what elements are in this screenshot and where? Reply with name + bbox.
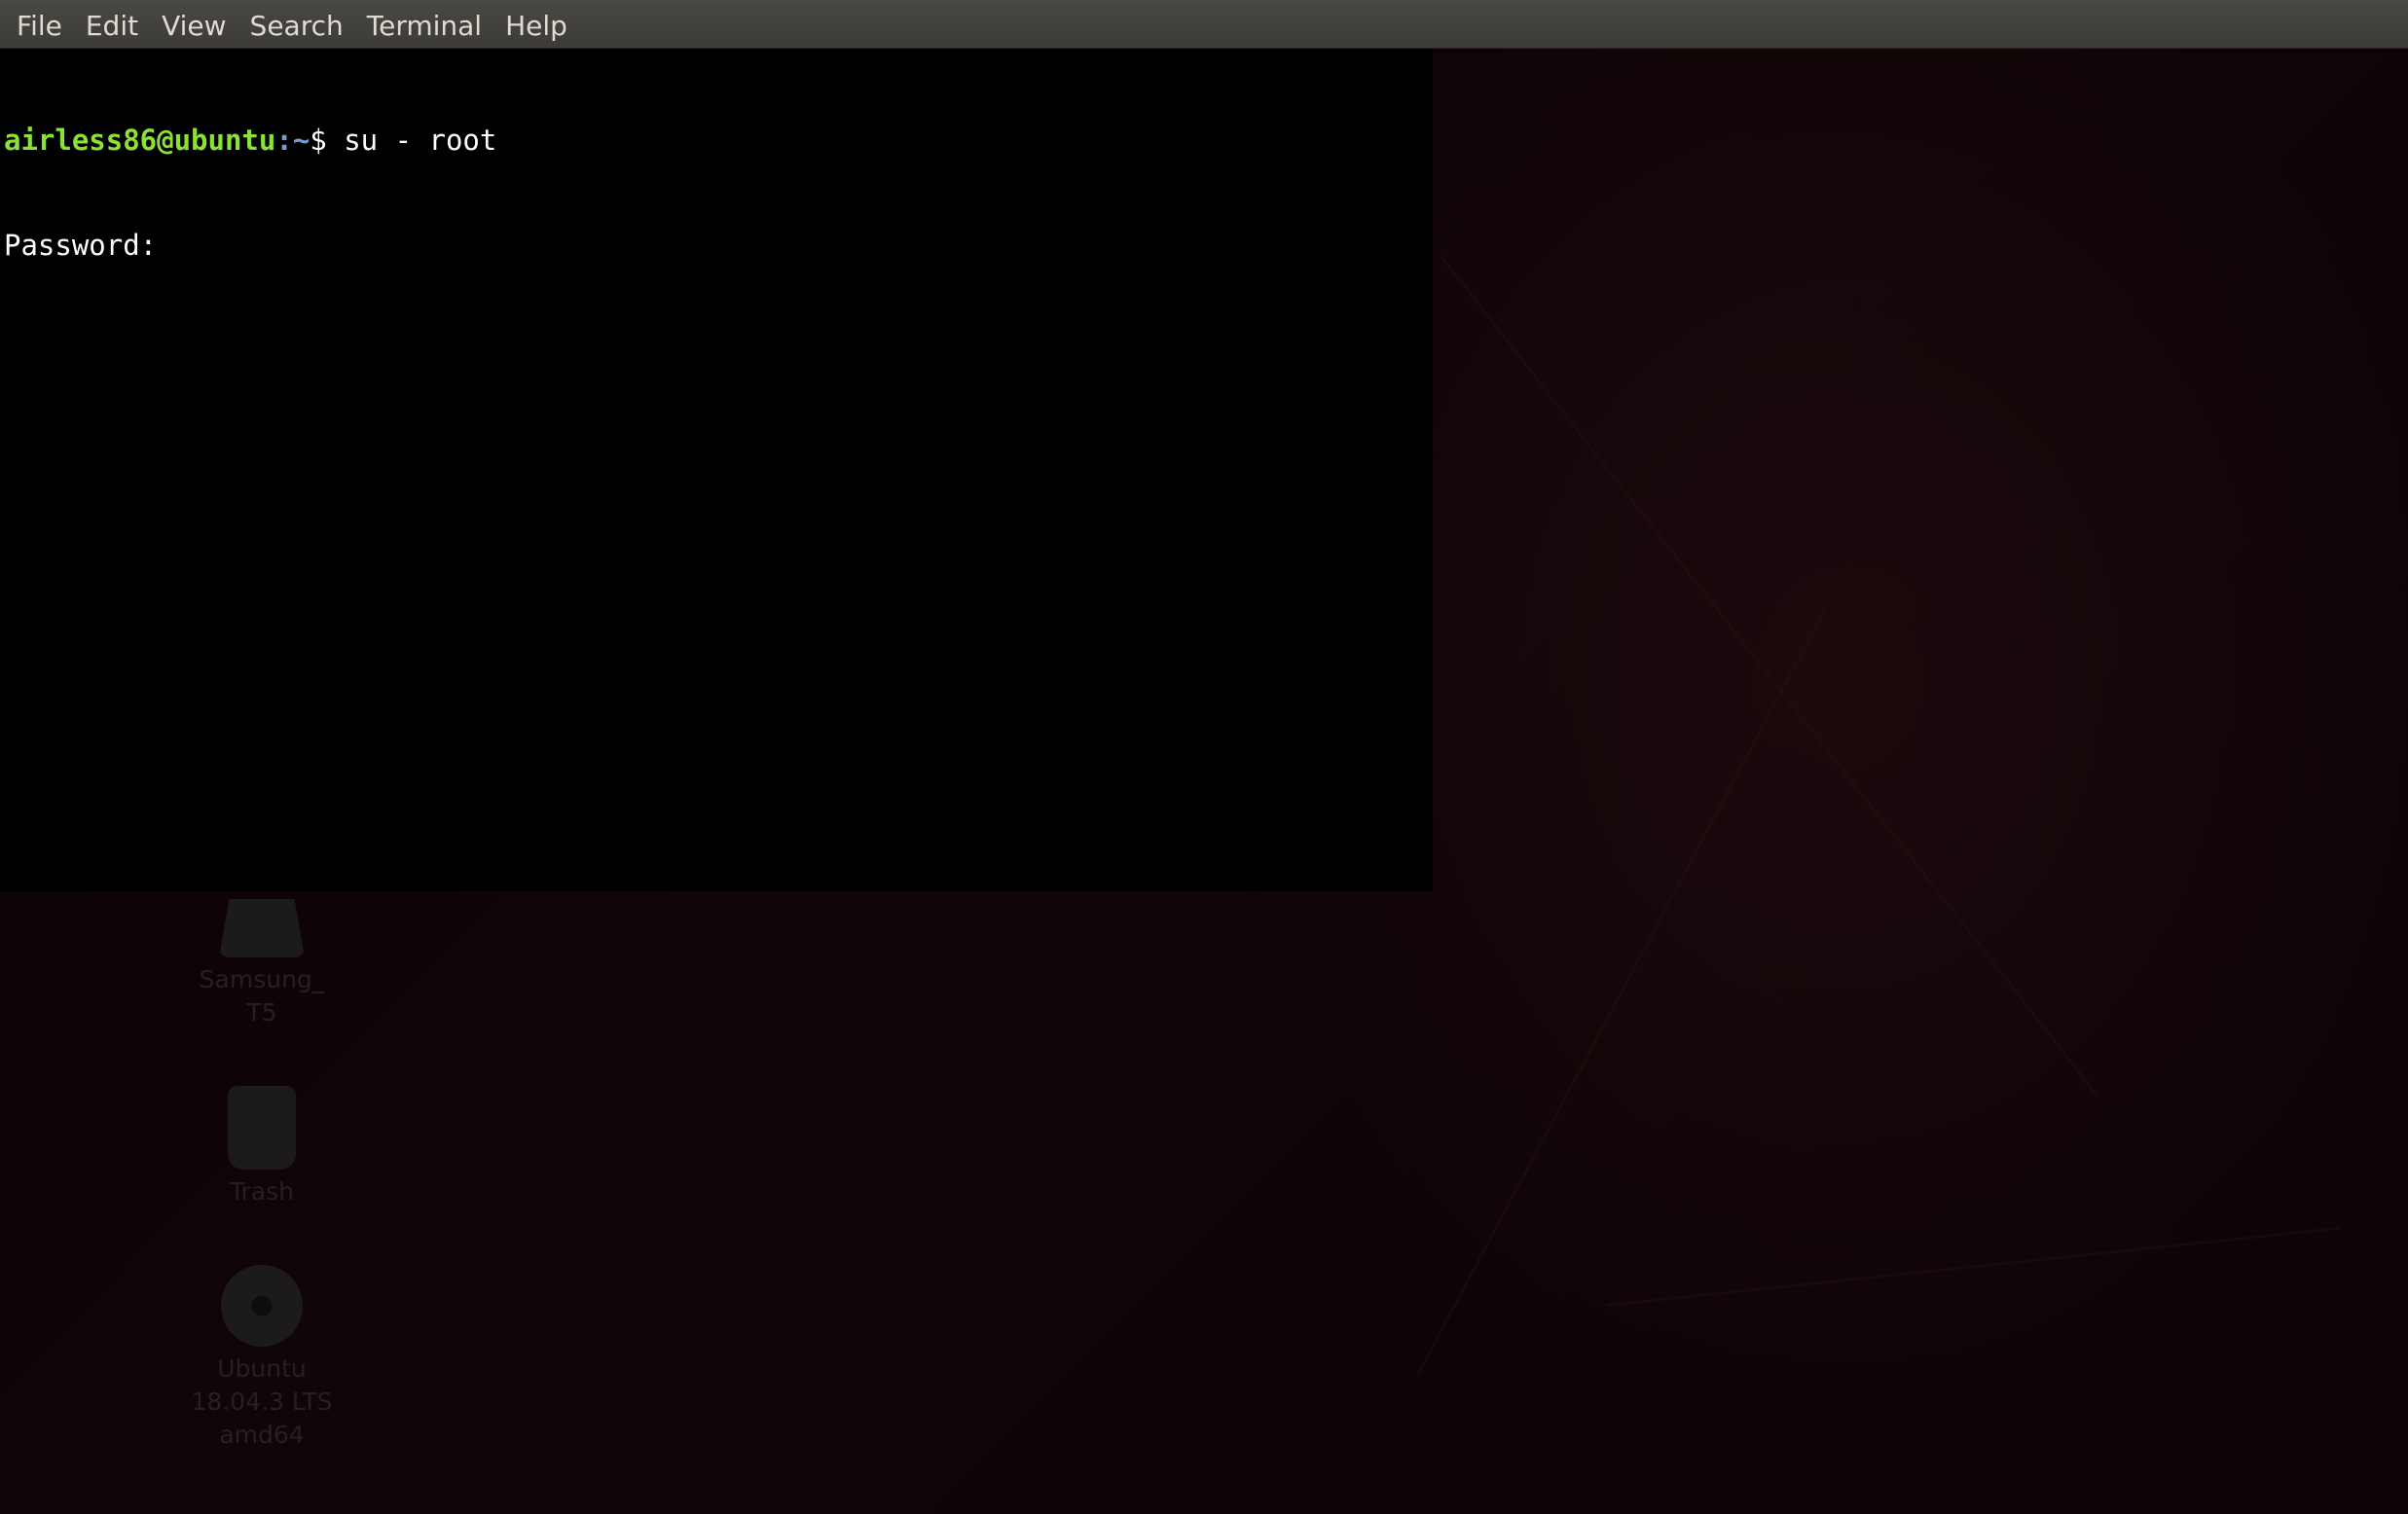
terminal-command-line: airless86@ubuntu:~$ su - root xyxy=(4,123,1433,158)
terminal-output-area[interactable]: airless86@ubuntu:~$ su - root Password: xyxy=(0,49,1433,891)
prompt-path: :~ xyxy=(275,124,310,157)
menu-help[interactable]: Help xyxy=(493,0,579,49)
wallpaper-shape xyxy=(1415,601,1830,1377)
desktop-icon-label: Trash xyxy=(184,1175,340,1208)
icon-label-line: 18.04.3 LTS xyxy=(191,1388,333,1416)
desktop-icon-label: Samsung_ T5 xyxy=(184,963,340,1029)
password-prompt: Password: xyxy=(4,229,174,262)
icon-label-line: Ubuntu xyxy=(217,1354,307,1383)
desktop-icon-label: Ubuntu 18.04.3 LTS amd64 xyxy=(184,1352,340,1452)
prompt-symbol: $ xyxy=(310,124,345,157)
drive-icon xyxy=(219,899,305,957)
icon-label-line: T5 xyxy=(246,998,277,1027)
wallpaper-shape xyxy=(1438,253,2100,1099)
icon-label-line: Samsung_ xyxy=(199,965,325,993)
icon-label-line: amd64 xyxy=(219,1421,305,1449)
prompt-user: airless86@ubuntu xyxy=(4,124,276,157)
terminal-command: su - root xyxy=(344,124,497,157)
desktop-icon-ubuntu-disc[interactable]: Ubuntu 18.04.3 LTS amd64 xyxy=(184,1265,340,1452)
icon-label-line: Trash xyxy=(229,1177,295,1206)
wallpaper-shape xyxy=(1606,1226,2343,1307)
menu-file[interactable]: File xyxy=(5,0,74,49)
menu-search[interactable]: Search xyxy=(238,0,355,49)
trash-icon xyxy=(228,1086,296,1170)
application-menubar: File Edit View Search Terminal Help xyxy=(0,0,2408,49)
menu-edit[interactable]: Edit xyxy=(74,0,150,49)
disc-icon xyxy=(221,1265,303,1347)
desktop-icon-samsung-t5[interactable]: Samsung_ T5 xyxy=(184,899,340,1029)
menu-view[interactable]: View xyxy=(150,0,237,49)
menu-terminal[interactable]: Terminal xyxy=(355,0,493,49)
terminal-output-line: Password: xyxy=(4,228,1433,263)
desktop-icon-trash[interactable]: Trash xyxy=(184,1086,340,1208)
